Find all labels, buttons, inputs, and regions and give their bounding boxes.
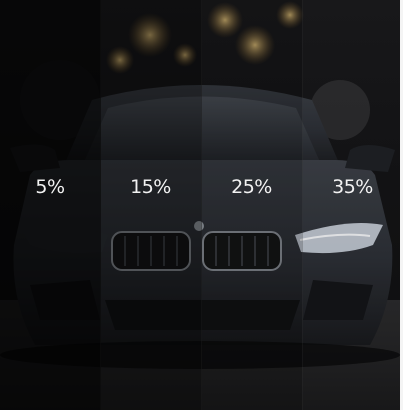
tint-panel-5: 5% [0,0,101,410]
tint-panel-35: 35% [302,0,403,410]
tint-label: 5% [35,176,65,198]
tint-label: 25% [231,176,272,198]
tint-panel-25: 25% [201,0,303,410]
tint-comparison-image: 5% 15% 25% 35% [0,0,403,410]
tint-panel-15: 15% [100,0,202,410]
tint-label: 35% [332,176,373,198]
tint-label: 15% [130,176,171,198]
